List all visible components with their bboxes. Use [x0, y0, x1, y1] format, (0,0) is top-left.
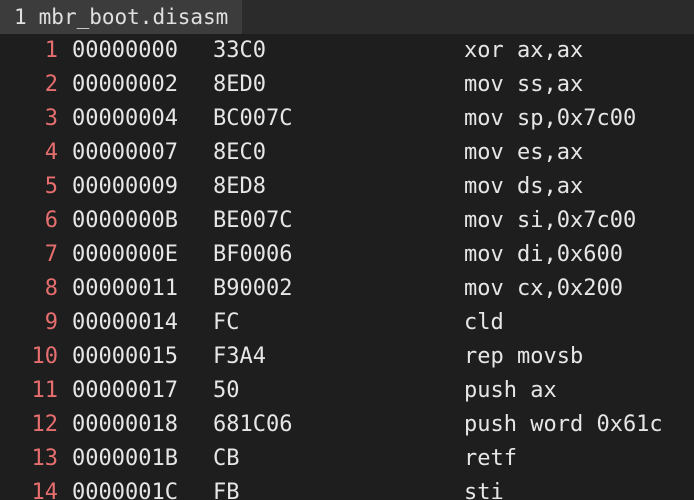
- tab-index: 1: [14, 5, 27, 29]
- code-line[interactable]: 10 00000015 F3A4 rep movsb: [0, 340, 694, 374]
- instruction: sti: [464, 480, 504, 500]
- tab-bar: 1 mbr_boot.disasm: [0, 0, 694, 34]
- opcode-bytes: BC007C: [213, 106, 293, 131]
- opcode-bytes: 8ED8: [213, 174, 266, 199]
- editor-window: 1 mbr_boot.disasm 1 00000000 33C0 xor ax,ax 2…: [0, 0, 694, 500]
- line-number: 8: [44, 276, 58, 301]
- address: 00000009: [72, 174, 178, 199]
- opcode-bytes: FC: [213, 310, 240, 335]
- instruction: xor ax,ax: [464, 38, 584, 63]
- opcode-bytes: F3A4: [213, 344, 266, 369]
- instruction: push word 0x61c: [464, 412, 663, 437]
- address: 00000014: [72, 310, 178, 335]
- instruction: mov ds,ax: [464, 174, 584, 199]
- opcode-bytes: 50: [213, 378, 240, 403]
- code-line[interactable]: 14 0000001C FB sti: [0, 476, 694, 500]
- instruction: mov ss,ax: [464, 72, 584, 97]
- address: 00000017: [72, 378, 178, 403]
- address: 00000007: [72, 140, 178, 165]
- instruction: push ax: [464, 378, 557, 403]
- instruction: mov es,ax: [464, 140, 584, 165]
- tab-filename: mbr_boot.disasm: [38, 5, 229, 29]
- instruction: mov cx,0x200: [464, 276, 623, 301]
- address: 0000001C: [72, 480, 178, 500]
- address: 00000002: [72, 72, 178, 97]
- line-number: 3: [44, 106, 58, 131]
- address: 0000000E: [72, 242, 178, 267]
- code-line[interactable]: 5 00000009 8ED8 mov ds,ax: [0, 170, 694, 204]
- line-number: 2: [44, 72, 58, 97]
- opcode-bytes: 8EC0: [213, 140, 266, 165]
- line-number: 4: [44, 140, 58, 165]
- code-line[interactable]: 4 00000007 8EC0 mov es,ax: [0, 136, 694, 170]
- code-editor[interactable]: 1 00000000 33C0 xor ax,ax 2 00000002 8ED0 mov s…: [0, 34, 694, 500]
- code-line[interactable]: 2 00000002 8ED0 mov ss,ax: [0, 68, 694, 102]
- instruction: retf: [464, 446, 517, 471]
- instruction: rep movsb: [464, 344, 584, 369]
- code-line[interactable]: 6 0000000B BE007C mov si,0x7c00: [0, 204, 694, 238]
- opcode-bytes: CB: [213, 446, 240, 471]
- instruction: mov di,0x600: [464, 242, 623, 267]
- code-line[interactable]: 13 0000001B CB retf: [0, 442, 694, 476]
- address: 00000011: [72, 276, 178, 301]
- instruction: cld: [464, 310, 504, 335]
- line-number: 6: [44, 208, 58, 233]
- line-number: 7: [44, 242, 58, 267]
- code-line[interactable]: 7 0000000E BF0006 mov di,0x600: [0, 238, 694, 272]
- line-number: 11: [31, 378, 59, 403]
- opcode-bytes: FB: [213, 480, 240, 500]
- address: 0000001B: [72, 446, 178, 471]
- opcode-bytes: 681C06: [213, 412, 293, 437]
- instruction: mov si,0x7c00: [464, 208, 637, 233]
- instruction: mov sp,0x7c00: [464, 106, 637, 131]
- address: 00000015: [72, 344, 178, 369]
- code-line[interactable]: 12 00000018 681C06 push word 0x61c: [0, 408, 694, 442]
- opcode-bytes: BE007C: [213, 208, 293, 233]
- line-number: 10: [31, 344, 59, 369]
- address: 00000000: [72, 38, 178, 63]
- tab-mbr-boot-disasm[interactable]: 1 mbr_boot.disasm: [0, 0, 243, 34]
- code-line[interactable]: 8 00000011 B90002 mov cx,0x200: [0, 272, 694, 306]
- line-number: 13: [31, 446, 59, 471]
- code-line[interactable]: 1 00000000 33C0 xor ax,ax: [0, 34, 694, 68]
- address: 00000004: [72, 106, 178, 131]
- opcode-bytes: BF0006: [213, 242, 293, 267]
- address: 0000000B: [72, 208, 178, 233]
- code-line[interactable]: 11 00000017 50 push ax: [0, 374, 694, 408]
- opcode-bytes: 8ED0: [213, 72, 266, 97]
- line-number: 1: [44, 38, 58, 63]
- code-line[interactable]: 9 00000014 FC cld: [0, 306, 694, 340]
- address: 00000018: [72, 412, 178, 437]
- line-number: 5: [44, 174, 58, 199]
- opcode-bytes: B90002: [213, 276, 293, 301]
- line-number: 12: [31, 412, 59, 437]
- code-line[interactable]: 3 00000004 BC007C mov sp,0x7c00: [0, 102, 694, 136]
- line-number: 14: [31, 480, 59, 500]
- line-number: 9: [44, 310, 58, 335]
- opcode-bytes: 33C0: [213, 38, 266, 63]
